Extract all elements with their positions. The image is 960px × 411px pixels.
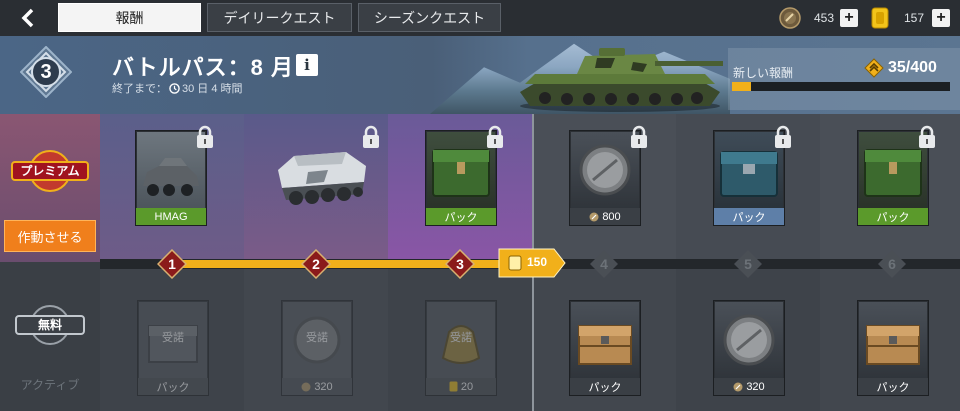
level-number: 3 — [40, 60, 52, 83]
battle-pass-screen: 報酬 デイリークエスト シーズンクエスト 453 + 157 + 3 バトルパス… — [0, 0, 960, 411]
add-silver-button[interactable]: + — [840, 9, 859, 27]
free-reward-card-1[interactable]: 受諾 パック — [137, 300, 209, 396]
free-reward-card-3[interactable]: 受諾 20 — [425, 300, 497, 396]
gold-bar-icon — [871, 7, 889, 29]
free-reward-amount-3: 20 — [460, 380, 474, 393]
milestone-number-1: 1 — [168, 256, 176, 272]
active-label: アクティブ — [20, 378, 80, 392]
time-remaining: 終了まで： 30 日 4 時間 — [112, 80, 243, 96]
premium-reward-label-1: HMAG — [136, 208, 206, 225]
free-reward-label-3: 20 — [426, 378, 496, 395]
wooden-crate-icon — [866, 325, 920, 365]
lock-icon — [363, 125, 379, 148]
clock-icon — [169, 82, 180, 94]
halftrack-icon[interactable] — [268, 142, 372, 214]
premium-reward-amount-4: 800 — [602, 210, 621, 223]
back-arrow-icon[interactable] — [8, 4, 48, 32]
silver-coin-small-icon — [589, 212, 599, 221]
tank-illustration-icon — [520, 48, 723, 112]
milestone-number-5: 5 — [744, 256, 752, 272]
gold-amount: 157 — [904, 11, 925, 25]
milestone-number-4: 4 — [600, 256, 608, 272]
received-label-2: 受諾 — [306, 332, 328, 344]
silver-amount: 453 — [814, 11, 835, 25]
premium-reward-label-3: パック — [426, 208, 496, 225]
lock-icon — [487, 125, 503, 148]
received-label-3: 受諾 — [450, 332, 472, 344]
free-reward-label-4: パック — [570, 378, 640, 395]
premium-reward-label-6: パック — [858, 208, 928, 225]
free-reward-card-5[interactable]: 320 — [713, 300, 785, 396]
lock-icon — [631, 125, 647, 148]
lock-icon — [919, 125, 935, 148]
activate-premium-button[interactable]: 作動させる — [4, 220, 96, 252]
premium-reward-label-4: 800 — [570, 208, 640, 225]
milestone-number-3: 3 — [456, 256, 464, 272]
add-gold-button[interactable]: + — [932, 9, 951, 27]
gold-bar-small-icon — [449, 381, 458, 392]
free-reward-amount-5: 320 — [746, 380, 765, 393]
free-reward-label-6: パック — [858, 378, 928, 395]
info-button[interactable]: i — [296, 54, 318, 76]
tab-rewards[interactable]: 報酬 — [58, 3, 201, 32]
milestone-number-2: 2 — [312, 256, 320, 272]
new-rewards-progress-fill — [732, 82, 752, 91]
tab-daily-quests[interactable]: デイリークエスト — [207, 3, 352, 32]
gold-bar-icon — [508, 255, 522, 271]
new-rewards-label: 新しい報酬 — [733, 66, 794, 80]
silver-currency: 453 + — [778, 6, 859, 30]
premium-reward-label-5: パック — [714, 208, 784, 225]
wooden-crate-icon — [578, 325, 632, 365]
silver-coin-small-icon — [733, 382, 743, 391]
free-reward-label-2: 320 — [282, 378, 352, 395]
free-reward-card-2[interactable]: 受諾 320 — [281, 300, 353, 396]
new-rewards-count: 35/400 — [888, 59, 937, 76]
gold-currency: 157 + — [870, 6, 951, 30]
silver-coin-icon — [723, 314, 775, 366]
free-reward-label-1: パック — [138, 378, 208, 395]
buy-level-button[interactable]: 150 — [498, 248, 566, 278]
time-remaining-value: 30 日 4 時間 — [182, 83, 243, 95]
lock-icon — [197, 125, 213, 148]
milestone-number-6: 6 — [888, 256, 896, 272]
free-reward-card-6[interactable]: パック — [857, 300, 929, 396]
silver-coin-small-icon — [301, 382, 311, 391]
free-reward-label-5: 320 — [714, 378, 784, 395]
received-label-1: 受諾 — [162, 332, 184, 344]
time-remaining-label: 終了まで： — [112, 83, 167, 95]
buy-level-cost: 150 — [527, 255, 548, 269]
silver-coin-icon — [779, 7, 801, 29]
rank-chevron-icon — [864, 58, 884, 78]
battle-pass-title: バトルパス：8 月 — [112, 55, 295, 80]
lock-icon — [775, 125, 791, 148]
free-label: 無料 — [37, 318, 62, 332]
free-reward-card-4[interactable]: パック — [569, 300, 641, 396]
new-rewards-progress-bar — [732, 82, 950, 91]
free-reward-amount-2: 320 — [314, 380, 333, 393]
premium-label: プレミアム — [20, 164, 80, 178]
tab-season-quests[interactable]: シーズンクエスト — [358, 3, 501, 32]
new-rewards-counter: 35/400 — [864, 58, 937, 78]
